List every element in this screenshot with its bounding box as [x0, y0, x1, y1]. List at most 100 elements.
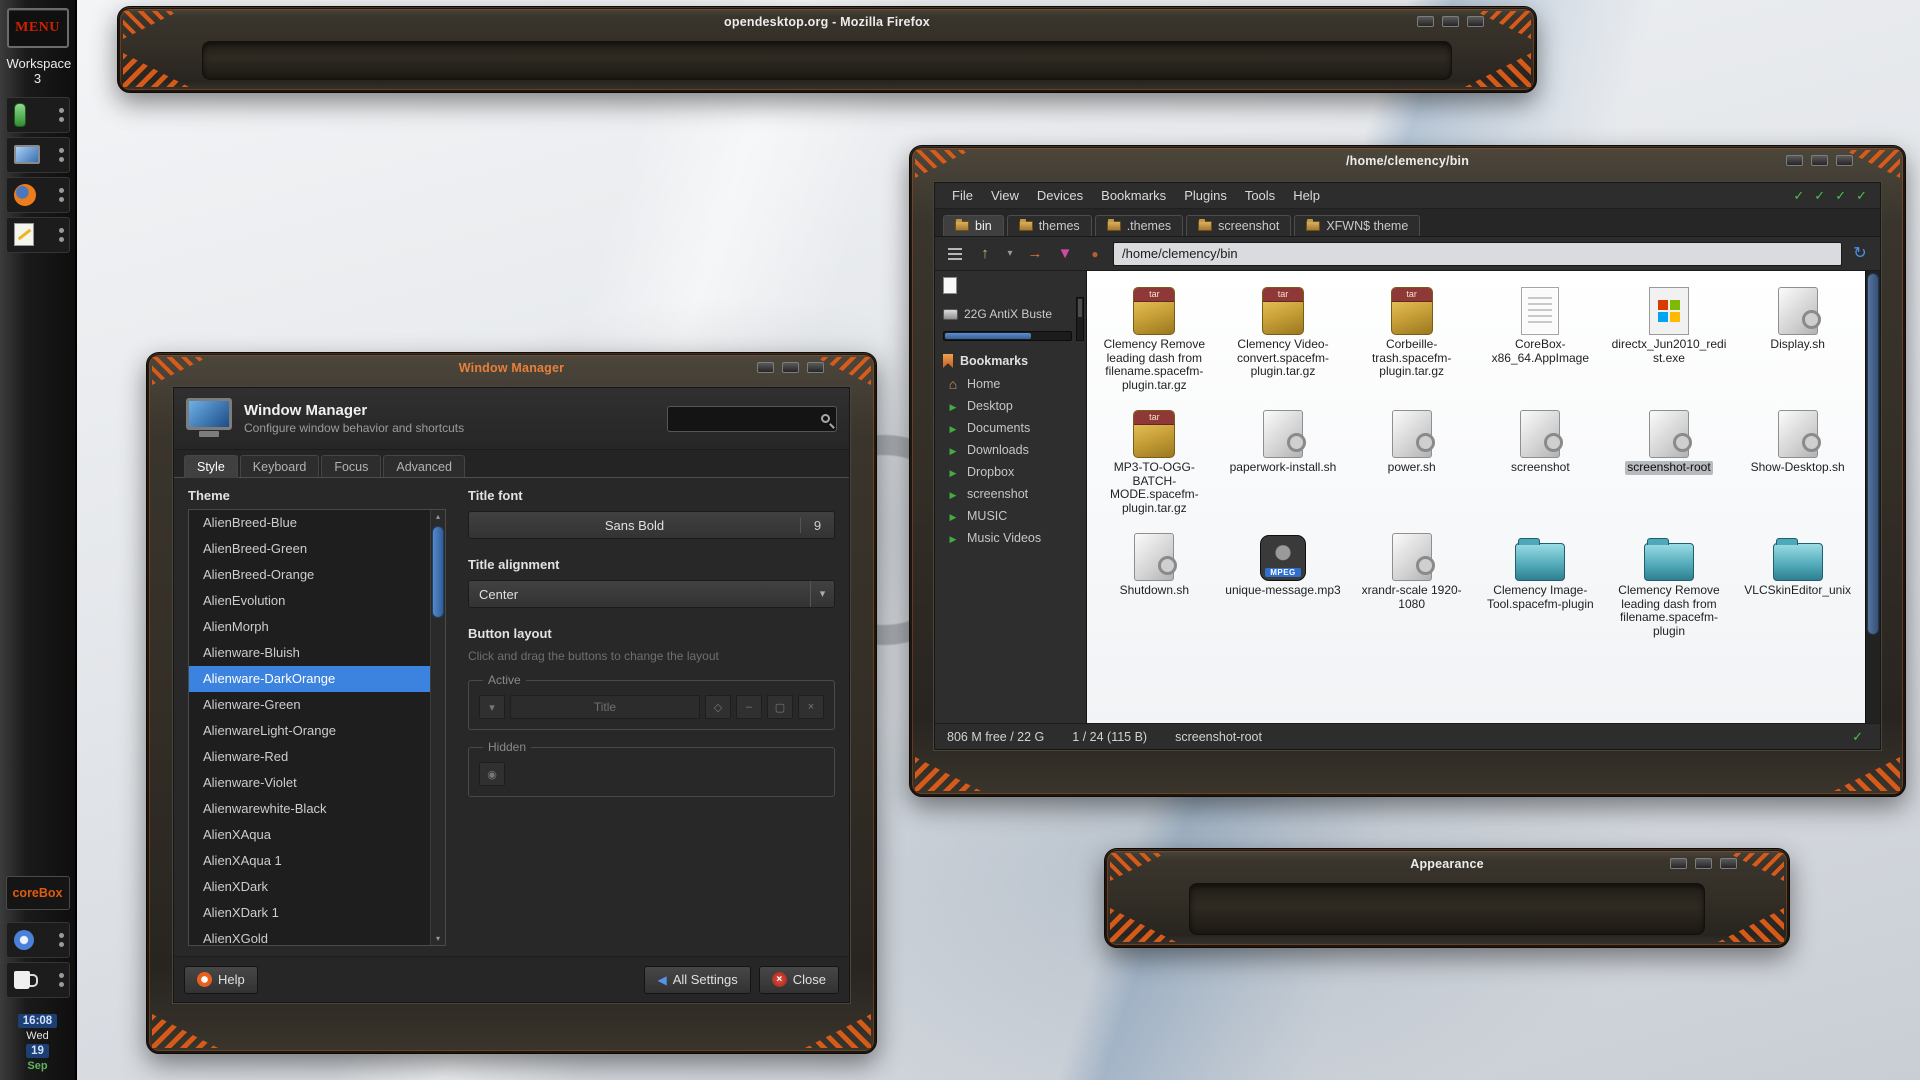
launcher-green-app[interactable]	[6, 97, 70, 133]
bookmark-item[interactable]: MUSIC	[935, 505, 1086, 527]
folder-tab[interactable]: themes	[1007, 215, 1092, 236]
check-icon[interactable]: ✓	[1835, 188, 1846, 204]
file-item[interactable]: paperwork-install.sh	[1220, 404, 1347, 515]
check-icon[interactable]: ✓	[1814, 188, 1825, 204]
theme-list-scrollbar[interactable]: ▴ ▾	[430, 510, 445, 945]
title-alignment-select[interactable]: Center ▾	[468, 580, 835, 608]
file-item[interactable]: Display.sh	[1734, 281, 1861, 392]
scroll-down-icon[interactable]: ▾	[431, 934, 445, 943]
maximize-button[interactable]	[782, 362, 799, 373]
window-title[interactable]: opendesktop.org - Mozilla Firefox	[208, 15, 1446, 29]
all-settings-button[interactable]: ◀ All Settings	[644, 966, 750, 994]
theme-item[interactable]: AlienMorph	[189, 614, 430, 640]
theme-item[interactable]: AlienXGold	[189, 926, 430, 945]
theme-item[interactable]: AlienXAqua	[189, 822, 430, 848]
path-input[interactable]	[1113, 242, 1842, 266]
menu-item[interactable]: Bookmarks	[1092, 183, 1175, 209]
launcher-mug-app[interactable]	[6, 962, 70, 998]
search-input[interactable]	[674, 412, 821, 426]
close-button[interactable]	[807, 362, 824, 373]
help-button[interactable]: Help	[184, 966, 258, 994]
launcher-utility-app[interactable]	[6, 922, 70, 958]
theme-item[interactable]: Alienwarewhite-Black	[189, 796, 430, 822]
maximize-button[interactable]	[1442, 16, 1459, 27]
mount-button[interactable]: ●	[1083, 242, 1107, 266]
check-icon[interactable]: ✓	[1793, 188, 1804, 204]
file-item[interactable]: screenshot	[1477, 404, 1604, 515]
theme-item[interactable]: AlienBreed-Green	[189, 536, 430, 562]
go-up-button[interactable]: ↑	[973, 242, 997, 266]
bookmark-item[interactable]: Desktop	[935, 395, 1086, 417]
stick-button[interactable]: ◇	[705, 695, 731, 719]
settings-tab[interactable]: Keyboard	[240, 455, 320, 477]
bookmark-item[interactable]: Downloads	[935, 439, 1086, 461]
menu-item[interactable]: View	[982, 183, 1028, 209]
close-button[interactable]	[1836, 155, 1853, 166]
bookmark-item[interactable]: Documents	[935, 417, 1086, 439]
launcher-firefox[interactable]	[6, 177, 70, 213]
theme-item[interactable]: AlienXDark	[189, 874, 430, 900]
theme-item[interactable]: AlienBreed-Blue	[189, 510, 430, 536]
settings-tab[interactable]: Advanced	[383, 455, 465, 477]
eject-button[interactable]: ▼	[1053, 242, 1077, 266]
file-list-scrollbar[interactable]	[1865, 271, 1880, 723]
folder-tab[interactable]: screenshot	[1186, 215, 1291, 236]
theme-item[interactable]: Alienware-DarkOrange	[189, 666, 430, 692]
maximize-button[interactable]	[1811, 155, 1828, 166]
scrollbar-thumb[interactable]	[1078, 299, 1082, 317]
close-button[interactable]	[1720, 858, 1737, 869]
minimize-button[interactable]	[1786, 155, 1803, 166]
minimize-button[interactable]	[1670, 858, 1687, 869]
theme-item[interactable]: AlienEvolution	[189, 588, 430, 614]
go-forward-button[interactable]: →	[1023, 242, 1047, 266]
refresh-button[interactable]: ↻	[1848, 242, 1872, 266]
maximize-button[interactable]: ▢	[767, 695, 793, 719]
font-select-button[interactable]: Sans Bold 9	[468, 511, 835, 539]
title-drag-area[interactable]: Title	[510, 695, 700, 719]
theme-item[interactable]: Alienware-Red	[189, 744, 430, 770]
close-dialog-button[interactable]: × Close	[759, 966, 839, 994]
scrollbar-thumb[interactable]	[1867, 273, 1879, 635]
theme-item[interactable]: AlienwareLight-Orange	[189, 718, 430, 744]
menu-item[interactable]: Tools	[1236, 183, 1284, 209]
maximize-button[interactable]	[1695, 858, 1712, 869]
bookmark-item[interactable]: Home	[935, 373, 1086, 395]
file-item[interactable]: screenshot-root	[1606, 404, 1733, 515]
menu-item[interactable]: Devices	[1028, 183, 1092, 209]
hidden-window-button[interactable]: ◉	[479, 762, 505, 786]
device-list-hscrollbar[interactable]	[943, 331, 1072, 341]
close-button[interactable]: ×	[798, 695, 824, 719]
file-item[interactable]: Corbeille-trash.spacefm-plugin.tar.gz	[1348, 281, 1475, 392]
file-item[interactable]: Clemency Image-Tool.spacefm-plugin	[1477, 527, 1604, 638]
folder-tab[interactable]: .themes	[1095, 215, 1183, 236]
file-item[interactable]: power.sh	[1348, 404, 1475, 515]
window-menu-button[interactable]: ▾	[479, 695, 505, 719]
scrollbar-thumb[interactable]	[432, 526, 444, 618]
file-item[interactable]: Clemency Remove leading dash from filena…	[1091, 281, 1218, 392]
window-title[interactable]: Appearance	[1195, 857, 1699, 871]
file-item[interactable]: MP3-TO-OGG-BATCH-MODE.spacefm-plugin.tar…	[1091, 404, 1218, 515]
file-item[interactable]: unique-message.mp3	[1220, 527, 1347, 638]
folder-tab[interactable]: bin	[943, 215, 1004, 236]
menu-item[interactable]: File	[943, 183, 982, 209]
theme-item[interactable]: AlienXDark 1	[189, 900, 430, 926]
window-title[interactable]: Window Manager	[237, 361, 786, 375]
file-item[interactable]: directx_Jun2010_redist.exe	[1606, 281, 1733, 392]
minimize-button[interactable]	[757, 362, 774, 373]
theme-item[interactable]: Alienware-Green	[189, 692, 430, 718]
theme-item[interactable]: AlienXAqua 1	[189, 848, 430, 874]
bookmark-item[interactable]: Dropbox	[935, 461, 1086, 483]
folder-tab[interactable]: XFWN$ theme	[1294, 215, 1420, 236]
history-dropdown-button[interactable]: ▾	[1003, 242, 1017, 266]
menu-item[interactable]: Plugins	[1175, 183, 1236, 209]
minimize-button[interactable]: –	[736, 695, 762, 719]
window-title[interactable]: /home/clemency/bin	[1000, 154, 1815, 168]
close-button[interactable]	[1467, 16, 1484, 27]
theme-item[interactable]: Alienware-Bluish	[189, 640, 430, 666]
theme-item[interactable]: Alienware-Violet	[189, 770, 430, 796]
file-item[interactable]: Shutdown.sh	[1091, 527, 1218, 638]
file-item[interactable]: CoreBox-x86_64.AppImage	[1477, 281, 1604, 392]
bookmark-item[interactable]: Music Videos	[935, 527, 1086, 549]
menu-item[interactable]: Help	[1284, 183, 1329, 209]
theme-item[interactable]: AlienBreed-Orange	[189, 562, 430, 588]
